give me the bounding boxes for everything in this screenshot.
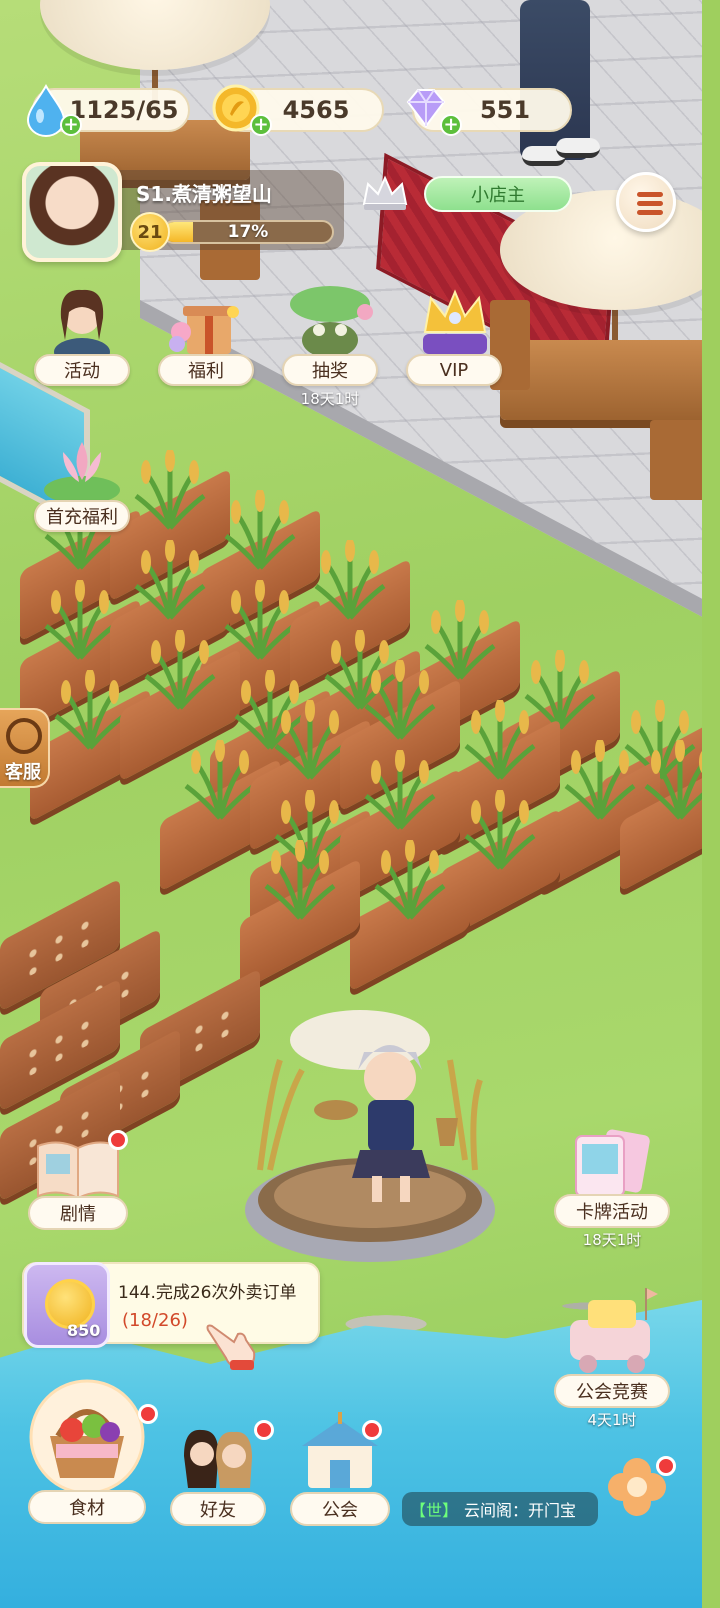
wheat-crop-icon [464, 790, 536, 870]
wheat-crop-icon [364, 750, 436, 830]
water-counter[interactable]: + 1125/65 [26, 83, 190, 137]
ingredients-label: 食材 [28, 1490, 146, 1524]
wheat-crop-icon [464, 700, 536, 780]
wooden-table [500, 340, 702, 420]
npc-legs[interactable] [520, 0, 590, 160]
pointing-hand-icon [206, 1324, 256, 1370]
guild-race-button[interactable]: 公会竞赛 4天1时 [554, 1280, 670, 1430]
add-coin-icon[interactable]: + [250, 114, 272, 136]
wheat-crop-icon [224, 490, 296, 570]
wheat-crop-icon [564, 740, 636, 820]
add-water-icon[interactable]: + [60, 114, 82, 136]
lottery-button[interactable]: 抽奖 18天1时 [280, 282, 380, 409]
ingredients-button[interactable]: 食材 [28, 1378, 146, 1524]
gold-crown-icon [423, 289, 487, 354]
card-event-timer: 18天1时 [582, 1231, 642, 1249]
quest-reward-amount: 850 [67, 1321, 101, 1340]
story-label: 剧情 [28, 1196, 128, 1230]
wheat-crop-icon [264, 840, 336, 920]
wooden-chair [650, 420, 702, 500]
wheat-crop-icon [224, 580, 296, 660]
chat-message: 云间阁：开门宝 [464, 1501, 577, 1520]
xp-percent: 17% [227, 222, 269, 242]
avatar[interactable] [22, 162, 122, 262]
guild-notification-dot [362, 1420, 382, 1440]
card-event-button[interactable]: 卡牌活动 18天1时 [554, 1128, 670, 1250]
water-value: 1125/65 [69, 96, 179, 124]
story-notification-dot [108, 1130, 128, 1150]
quest-reward-badge: 850 [24, 1262, 110, 1348]
customer-service-label: 客服 [5, 762, 41, 783]
frog-lotus-icon [290, 286, 373, 358]
quest-description: 144.完成26次外卖订单 [118, 1283, 297, 1303]
girl-portrait-icon [54, 289, 110, 366]
welfare-label: 福利 [158, 354, 254, 386]
menu-button[interactable] [616, 172, 676, 232]
crown-icon[interactable] [358, 172, 412, 214]
quest-progress: (18/26) [122, 1310, 188, 1331]
gift-box-icon [169, 306, 239, 354]
guild-race-label: 公会竞赛 [554, 1374, 670, 1408]
wheat-crop-icon [374, 840, 446, 920]
first-recharge-label: 首充福利 [34, 500, 130, 532]
rice-paddy-character[interactable] [240, 1000, 500, 1270]
gem-value: 551 [479, 96, 531, 124]
friends-icon [184, 1429, 252, 1488]
lottery-timer: 18天1时 [300, 390, 360, 408]
player-profile[interactable]: S1.煮清粥望山 17% 21 [22, 162, 344, 262]
wheat-crop-icon [44, 580, 116, 660]
wheat-crop-icon [364, 660, 436, 740]
guild-label: 公会 [290, 1492, 390, 1526]
wheat-crop-icon [54, 670, 126, 750]
ingredients-notification-dot [138, 1404, 158, 1424]
friends-label: 好友 [170, 1492, 266, 1526]
guild-race-timer: 4天1时 [587, 1411, 637, 1429]
wheat-crop-icon [144, 630, 216, 710]
flower-menu-notification-dot [656, 1456, 676, 1476]
vip-label: VIP [406, 354, 502, 386]
wheat-crop-icon [644, 740, 702, 820]
friends-button[interactable]: 好友 [170, 1418, 266, 1526]
wheat-crop-icon [184, 740, 256, 820]
xp-bar: 17% [162, 220, 334, 244]
gem-counter[interactable]: + 551 [406, 88, 572, 136]
wheat-crop-icon [134, 450, 206, 530]
lotus-flower-icon [44, 442, 120, 504]
headset-icon [6, 718, 42, 754]
coin-value: 4565 [282, 96, 350, 124]
chat-channel: 【世】 [410, 1501, 459, 1520]
player-name: S1.煮清粥望山 [136, 182, 272, 206]
wheat-crop-icon [134, 540, 206, 620]
activity-button[interactable]: 活动 [32, 282, 132, 386]
card-event-label: 卡牌活动 [554, 1194, 670, 1228]
wheat-crop-icon [314, 540, 386, 620]
flower-truck-icon [570, 1288, 658, 1373]
title-badge[interactable]: 小店主 [424, 176, 572, 212]
customer-service-button[interactable]: 客服 [0, 708, 50, 788]
coin-counter[interactable]: + 4565 [212, 84, 384, 136]
friends-notification-dot [254, 1420, 274, 1440]
welfare-button[interactable]: 福利 [156, 282, 256, 386]
first-recharge-button[interactable]: 首充福利 [32, 428, 132, 532]
quest-panel[interactable]: 850 144.完成26次外卖订单 (18/26) [22, 1262, 320, 1348]
vip-button[interactable]: VIP [404, 282, 504, 386]
npc-shoe [556, 138, 600, 158]
activity-label: 活动 [34, 354, 130, 386]
lottery-label: 抽奖 [282, 354, 378, 386]
level-badge: 21 [130, 212, 170, 252]
wheat-crop-icon [274, 700, 346, 780]
basket-icon [29, 1379, 145, 1495]
world-chat-bar[interactable]: 【世】 云间阁：开门宝 [402, 1492, 598, 1526]
add-gem-icon[interactable]: + [440, 114, 462, 136]
